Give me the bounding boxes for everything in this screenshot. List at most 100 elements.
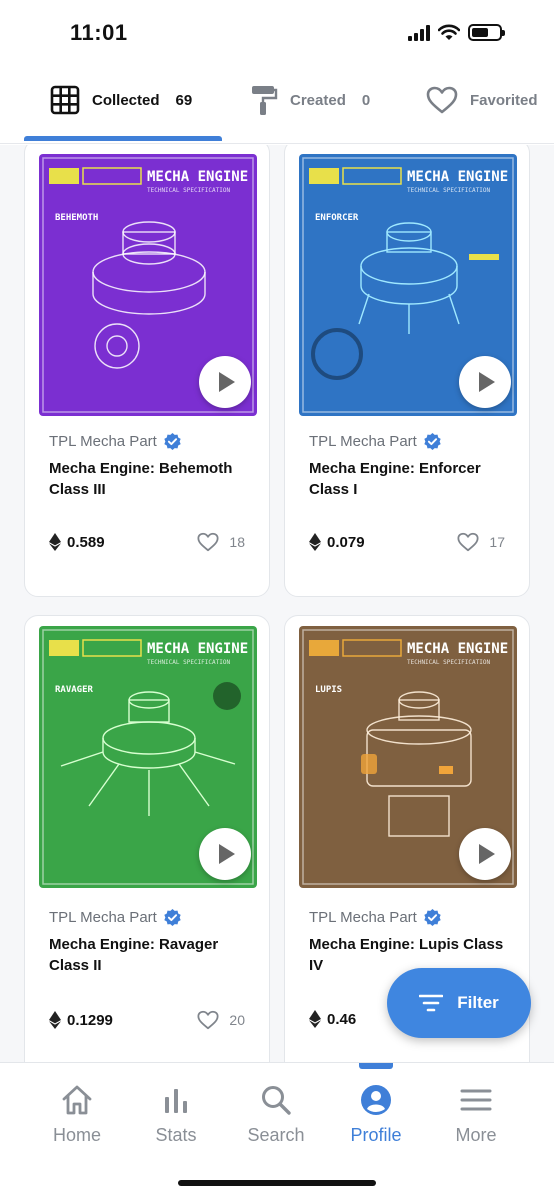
ethereum-icon	[49, 1011, 61, 1029]
art-header: MECHA ENGINE	[147, 641, 248, 657]
nav-stats[interactable]: Stats	[131, 1083, 221, 1146]
tab-collected-count: 69	[175, 91, 193, 109]
nav-profile[interactable]: Profile	[331, 1083, 421, 1146]
nav-stats-label: Stats	[155, 1125, 197, 1145]
nft-card[interactable]: MECHA ENGINE TECHNICAL SPECIFICATION BEH…	[24, 145, 270, 597]
menu-icon	[460, 1089, 492, 1111]
card-title[interactable]: Mecha Engine: Ravager Class II	[49, 934, 249, 976]
ethereum-icon	[49, 533, 61, 551]
cellular-signal-icon	[408, 24, 430, 41]
price-row: 0.1299 20	[49, 1010, 245, 1030]
profile-icon	[361, 1085, 391, 1115]
ethereum-icon	[309, 533, 321, 551]
home-icon	[62, 1085, 92, 1115]
verified-badge-icon	[424, 908, 441, 927]
art-subheader: TECHNICAL SPECIFICATION	[147, 187, 230, 194]
nft-artwork[interactable]: MECHA ENGINE TECHNICAL SPECIFICATION BEH…	[39, 154, 257, 416]
stats-icon	[165, 1089, 187, 1113]
price-value: 0.079	[327, 533, 365, 551]
collection-name[interactable]: TPL Mecha Part	[49, 908, 182, 927]
art-label: BEHEMOTH	[55, 213, 98, 223]
home-indicator	[178, 1180, 376, 1186]
art-label: ENFORCER	[315, 213, 359, 223]
tab-collected[interactable]: Collected 69	[50, 82, 192, 118]
price: 0.46	[309, 1010, 356, 1028]
price-value: 0.1299	[67, 1011, 113, 1029]
heart-icon	[457, 532, 479, 552]
price: 0.1299	[49, 1011, 113, 1029]
status-icons	[408, 24, 505, 41]
price-value: 0.46	[327, 1010, 357, 1028]
collection-name-text: TPL Mecha Part	[49, 909, 157, 926]
art-label: RAVAGER	[55, 685, 94, 695]
verified-badge-icon	[424, 432, 441, 451]
art-label: LUPIS	[315, 685, 342, 695]
tab-created[interactable]: Created 0	[250, 82, 370, 118]
price: 0.079	[309, 533, 365, 551]
paint-roller-icon	[252, 86, 278, 115]
like-count: 20	[229, 1012, 245, 1028]
tab-favorited[interactable]: Favorited	[426, 82, 538, 118]
collection-name[interactable]: TPL Mecha Part	[49, 432, 182, 451]
tab-created-count: 0	[361, 91, 371, 109]
filter-icon	[419, 994, 444, 1012]
status-time: 11:01	[70, 20, 128, 45]
nft-artwork[interactable]: MECHA ENGINE TECHNICAL SPECIFICATION LUP…	[299, 626, 517, 888]
ethereum-icon	[309, 1010, 321, 1028]
profile-tabs: Collected 69 Created 0 Favorited	[0, 64, 554, 144]
tab-favorited-label: Favorited	[470, 91, 538, 109]
play-button[interactable]	[199, 828, 251, 880]
like-button[interactable]: 17	[457, 532, 505, 552]
like-button[interactable]: 20	[197, 1010, 245, 1030]
collection-name[interactable]: TPL Mecha Part	[309, 908, 442, 927]
nav-home[interactable]: Home	[32, 1083, 122, 1146]
search-icon	[262, 1086, 291, 1115]
filter-button-label: Filter	[457, 993, 499, 1012]
nav-search[interactable]: Search	[231, 1083, 321, 1146]
price-row: 0.079 17	[309, 532, 505, 552]
like-button[interactable]: 18	[197, 532, 245, 552]
nft-card[interactable]: MECHA ENGINE TECHNICAL SPECIFICATION ENF…	[284, 145, 530, 597]
verified-badge-icon	[164, 908, 181, 927]
like-count: 17	[489, 534, 505, 550]
price: 0.589	[49, 533, 105, 551]
grid-icon	[50, 85, 80, 115]
nft-artwork[interactable]: MECHA ENGINE TECHNICAL SPECIFICATION RAV…	[39, 626, 257, 888]
active-tab-indicator	[24, 136, 222, 141]
art-header: MECHA ENGINE	[407, 169, 508, 185]
heart-icon	[426, 86, 458, 114]
nav-profile-label: Profile	[350, 1125, 402, 1145]
nav-more-label: More	[455, 1125, 497, 1145]
card-title[interactable]: Mecha Engine: Behemoth Class III	[49, 458, 249, 500]
status-bar: 11:01	[0, 0, 554, 64]
collection-name-text: TPL Mecha Part	[309, 433, 417, 450]
like-count: 18	[229, 534, 245, 550]
play-button[interactable]	[459, 356, 511, 408]
play-button[interactable]	[459, 828, 511, 880]
art-header: MECHA ENGINE	[147, 169, 248, 185]
nav-search-label: Search	[247, 1125, 305, 1145]
collection-name[interactable]: TPL Mecha Part	[309, 432, 442, 451]
tab-collected-label: Collected	[92, 91, 160, 109]
nft-artwork[interactable]: MECHA ENGINE TECHNICAL SPECIFICATION ENF…	[299, 154, 517, 416]
nav-more[interactable]: More	[431, 1083, 521, 1146]
nav-home-label: Home	[52, 1125, 101, 1145]
filter-button[interactable]: Filter	[387, 968, 531, 1038]
art-subheader: TECHNICAL SPECIFICATION	[407, 187, 490, 194]
card-title[interactable]: Mecha Engine: Enforcer Class I	[309, 458, 509, 500]
nft-card[interactable]: MECHA ENGINE TECHNICAL SPECIFICATION RAV…	[24, 615, 270, 1062]
collection-name-text: TPL Mecha Part	[49, 433, 157, 450]
heart-icon	[197, 532, 219, 552]
art-header: MECHA ENGINE	[407, 641, 508, 657]
price-value: 0.589	[67, 533, 105, 551]
art-subheader: TECHNICAL SPECIFICATION	[407, 659, 490, 666]
tab-created-label: Created	[290, 91, 346, 109]
price-row: 0.589 18	[49, 532, 245, 552]
collection-grid[interactable]: MECHA ENGINE TECHNICAL SPECIFICATION BEH…	[0, 145, 554, 1062]
play-button[interactable]	[199, 356, 251, 408]
active-nav-indicator	[359, 1063, 393, 1069]
verified-badge-icon	[164, 432, 181, 451]
collection-name-text: TPL Mecha Part	[309, 909, 417, 926]
heart-icon	[197, 1010, 219, 1030]
battery-icon	[468, 24, 505, 41]
